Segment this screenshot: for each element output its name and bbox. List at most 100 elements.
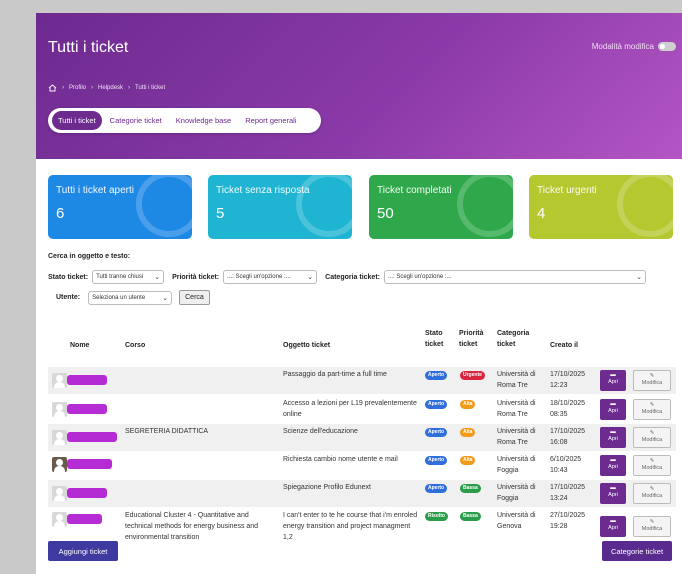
breadcrumb: › Profilo › Helpdesk › Tutti i ticket bbox=[48, 84, 165, 92]
categories-button[interactable]: Categorie ticket bbox=[602, 541, 672, 561]
stat-card-open[interactable]: Tutti i ticket aperti 6 bbox=[48, 175, 192, 239]
folder-icon: ▬ bbox=[610, 485, 616, 491]
apri-button[interactable]: ▬ Apri bbox=[600, 516, 626, 537]
stato-select[interactable]: Tutti tranne chiusi ⌄ bbox=[92, 270, 165, 284]
breadcrumb-helpdesk[interactable]: Helpdesk bbox=[98, 85, 123, 91]
categoria-select[interactable]: ...: Scegli un'opzione :... ⌄ bbox=[384, 270, 646, 284]
cell-creato: 27/10/2025 19:28 bbox=[550, 512, 586, 530]
avatar bbox=[52, 512, 67, 527]
page-title: Tutti i ticket bbox=[48, 39, 129, 56]
priority-badge: Alta bbox=[460, 400, 476, 409]
page: Tutti i ticket Modalità modifica › Profi… bbox=[36, 13, 682, 574]
tab-report-generali[interactable]: Report generali bbox=[239, 111, 302, 130]
redacted-name bbox=[67, 459, 112, 469]
tab-knowledge-base[interactable]: Knowledge base bbox=[170, 111, 237, 130]
priorita-select[interactable]: ...: Scegli un'opzione :... ⌄ bbox=[223, 270, 318, 284]
cerca-button[interactable]: Cerca bbox=[179, 290, 210, 305]
categoria-select-value: ...: Scegli un'opzione :... bbox=[388, 274, 452, 280]
breadcrumb-profilo[interactable]: Profilo bbox=[69, 85, 86, 91]
apri-button[interactable]: ▬ Apri bbox=[600, 399, 626, 420]
table-row: Richiesta cambio nome utente e mail Aper… bbox=[48, 452, 676, 479]
tab-categorie-ticket[interactable]: Categorie ticket bbox=[104, 111, 168, 130]
apri-label: Apri bbox=[608, 408, 618, 414]
apri-button[interactable]: ▬ Apri bbox=[600, 483, 626, 504]
modifica-label: Modifica bbox=[641, 526, 663, 532]
search-label: Cerca in oggetto e testo: bbox=[48, 253, 131, 260]
chevron-right-icon: › bbox=[91, 85, 94, 91]
stat-card-completed[interactable]: Ticket completati 50 bbox=[369, 175, 513, 239]
stat-card-unanswered[interactable]: Ticket senza risposta 5 bbox=[208, 175, 352, 239]
apri-label: Apri bbox=[608, 436, 618, 442]
cell-creato: 18/10/2025 08:35 bbox=[550, 400, 586, 418]
utente-select[interactable]: Seleziona un utente ⌄ bbox=[88, 290, 173, 305]
table-row: Accesso a lezioni per L19 prevalentement… bbox=[48, 396, 676, 423]
pencil-icon: ✎ bbox=[649, 519, 655, 525]
apri-button[interactable]: ▬ Apri bbox=[600, 427, 626, 448]
stat-card-urgent[interactable]: Ticket urgenti 4 bbox=[529, 175, 673, 239]
modifica-button[interactable]: ✎ Modifica bbox=[633, 516, 671, 537]
toggle-icon[interactable] bbox=[658, 42, 676, 51]
cell-categoria: Università di Roma Tre bbox=[497, 428, 536, 446]
stat-card-label: Ticket completati bbox=[377, 185, 452, 196]
modifica-button[interactable]: ✎ Modifica bbox=[633, 399, 671, 420]
redacted-name bbox=[67, 514, 102, 524]
table-row: Educational Cluster 4 - Quantitative and… bbox=[48, 508, 676, 544]
avatar bbox=[52, 402, 67, 417]
edit-mode-switch[interactable]: Modalità modifica bbox=[592, 42, 676, 51]
cell-oggetto: Spiegazione Profilo Edunext bbox=[283, 484, 371, 491]
priority-badge: Urgente bbox=[460, 371, 485, 380]
chevron-right-icon: › bbox=[62, 85, 64, 91]
cell-creato: 17/10/2025 16:08 bbox=[550, 428, 586, 446]
home-icon[interactable] bbox=[48, 84, 57, 92]
cell-categoria: Università di Foggia bbox=[497, 484, 536, 502]
modifica-button[interactable]: ✎ Modifica bbox=[633, 483, 671, 504]
stat-card-value: 50 bbox=[377, 205, 394, 222]
avatar bbox=[52, 373, 67, 388]
folder-icon: ▬ bbox=[610, 401, 616, 407]
status-badge: Risolto bbox=[425, 512, 448, 521]
redacted-name bbox=[67, 488, 107, 498]
redacted-name bbox=[67, 432, 117, 442]
modifica-label: Modifica bbox=[641, 380, 663, 386]
stat-card-value: 4 bbox=[537, 205, 546, 222]
stat-card-value: 6 bbox=[56, 205, 65, 222]
modifica-button[interactable]: ✎ Modifica bbox=[633, 455, 671, 476]
cell-oggetto: Accesso a lezioni per L19 prevalentement… bbox=[283, 400, 417, 418]
status-badge: Aperto bbox=[425, 456, 448, 465]
priority-badge: Alta bbox=[460, 456, 476, 465]
stat-card-value: 5 bbox=[216, 205, 225, 222]
col-nome: Nome bbox=[70, 342, 90, 349]
col-stato: Stato ticket bbox=[425, 330, 444, 348]
chevron-down-icon: ⌄ bbox=[636, 274, 642, 281]
apri-button[interactable]: ▬ Apri bbox=[600, 455, 626, 476]
table-row: Spiegazione Profilo Edunext Aperto Bassa… bbox=[48, 480, 676, 507]
decorative-ring bbox=[136, 175, 192, 237]
modifica-label: Modifica bbox=[641, 493, 663, 499]
cell-corso: SEGRETERIA DIDATTICA bbox=[125, 428, 209, 435]
cell-oggetto: Scienze dell'educazione bbox=[283, 428, 358, 435]
col-categoria: Categoria ticket bbox=[497, 330, 530, 348]
stato-select-value: Tutti tranne chiusi bbox=[96, 274, 144, 280]
pencil-icon: ✎ bbox=[649, 402, 655, 408]
add-ticket-button[interactable]: Aggiungi ticket bbox=[48, 541, 118, 561]
status-badge: Aperto bbox=[425, 400, 448, 409]
folder-icon: ▬ bbox=[610, 372, 616, 378]
folder-icon: ▬ bbox=[610, 457, 616, 463]
tab-tutti-ticket[interactable]: Tutti i ticket bbox=[52, 111, 102, 130]
cell-categoria: Università di Genova bbox=[497, 512, 536, 530]
apri-label: Apri bbox=[608, 525, 618, 531]
utente-select-value: Seleziona un utente bbox=[92, 294, 146, 301]
status-badge: Aperto bbox=[425, 484, 448, 493]
tab-bar: Tutti i ticket Categorie ticket Knowledg… bbox=[48, 108, 321, 133]
status-badge: Aperto bbox=[425, 428, 448, 437]
filter-row: Stato ticket: Tutti tranne chiusi ⌄ Prio… bbox=[48, 270, 646, 284]
modifica-button[interactable]: ✎ Modifica bbox=[633, 427, 671, 448]
decorative-ring bbox=[457, 175, 513, 237]
chevron-down-icon: ⌄ bbox=[162, 294, 169, 302]
table-header: Nome Corso Oggetto ticket Stato ticket P… bbox=[48, 327, 676, 363]
redacted-name bbox=[67, 404, 107, 414]
stato-label: Stato ticket: bbox=[48, 273, 89, 281]
stat-card-label: Ticket urgenti bbox=[537, 185, 597, 196]
apri-button[interactable]: ▬ Apri bbox=[600, 370, 626, 391]
modifica-button[interactable]: ✎ Modifica bbox=[633, 370, 671, 391]
